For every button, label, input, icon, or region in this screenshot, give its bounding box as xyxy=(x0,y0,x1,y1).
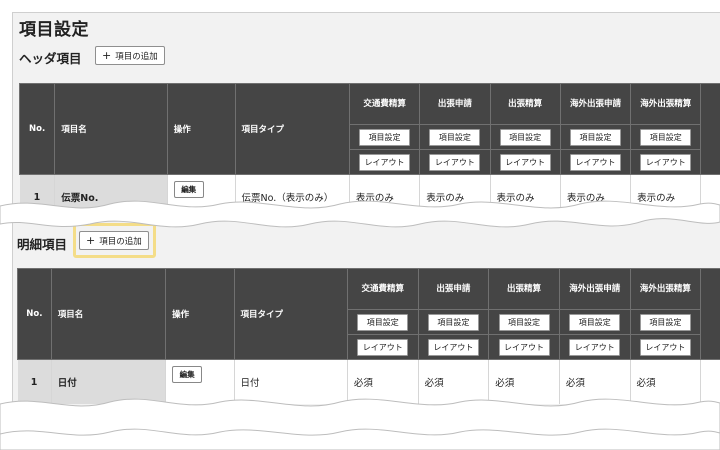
layout-button[interactable]: レイアウト xyxy=(427,338,479,356)
col-form-type: 出張申請 xyxy=(417,268,490,310)
layout-button[interactable]: レイアウト xyxy=(499,153,551,171)
layout-button[interactable]: レイアウト xyxy=(639,338,691,356)
col-operation: 操作 xyxy=(165,268,235,360)
page-title: 項目設定 xyxy=(19,20,89,40)
detail-items-panel: 明細項目 + 項目の追加 No. 項目名 操作 項目タイプ 交通費精算 出張申請… xyxy=(12,214,720,414)
screen: 項目設定 ヘッダ項目 + 項目の追加 No. 項目名 操作 項目タイプ 交通費精… xyxy=(0,0,720,450)
col-form-type: 海外出張精算 xyxy=(629,268,702,310)
header-items-panel: 項目設定 ヘッダ項目 + 項目の追加 No. 項目名 操作 項目タイプ 交通費精… xyxy=(12,12,720,213)
plus-icon: + xyxy=(102,49,112,62)
col-name: 項目名 xyxy=(54,83,168,175)
header-add-item-button[interactable]: + 項目の追加 xyxy=(95,46,165,65)
col-form-type: 出張精算 xyxy=(488,268,560,310)
header-section-label: ヘッダ項目 xyxy=(19,51,82,66)
item-settings-button[interactable]: 項目設定 xyxy=(639,313,691,331)
item-settings-button[interactable]: 項目設定 xyxy=(569,313,621,331)
item-settings-button[interactable]: 項目設定 xyxy=(499,128,551,146)
tear-divider-bottom xyxy=(0,398,720,450)
tear-shape xyxy=(0,200,720,228)
item-settings-button[interactable]: 項目設定 xyxy=(569,128,621,146)
layout-button[interactable]: レイアウト xyxy=(359,153,411,171)
col-overflow xyxy=(700,268,720,360)
item-settings-button[interactable]: 項目設定 xyxy=(640,128,692,146)
item-settings-button[interactable]: 項目設定 xyxy=(359,128,411,146)
col-form-type: 出張精算 xyxy=(489,83,561,125)
layout-button[interactable]: レイアウト xyxy=(357,338,409,356)
col-form-type: 海外出張精算 xyxy=(630,83,702,125)
detail-items-table: No. 項目名 操作 項目タイプ 交通費精算 出張申請 出張精算 海外出張申請 … xyxy=(17,268,720,404)
tear-shape xyxy=(0,398,720,450)
layout-button[interactable]: レイアウト xyxy=(640,153,692,171)
col-no: No. xyxy=(17,268,52,360)
layout-button[interactable]: レイアウト xyxy=(498,338,550,356)
col-no: No. xyxy=(18,83,56,175)
item-settings-button[interactable]: 項目設定 xyxy=(498,313,550,331)
layout-button[interactable]: レイアウト xyxy=(569,153,621,171)
tear-divider-top xyxy=(0,200,720,228)
col-form-type: 交通費精算 xyxy=(346,268,419,310)
col-name: 項目名 xyxy=(50,268,167,360)
col-type: 項目タイプ xyxy=(234,83,350,175)
layout-button[interactable]: レイアウト xyxy=(429,153,481,171)
item-settings-button[interactable]: 項目設定 xyxy=(429,128,481,146)
layout-button[interactable]: レイアウト xyxy=(569,338,621,356)
item-settings-button[interactable]: 項目設定 xyxy=(357,313,409,331)
edit-button[interactable]: 編集 xyxy=(172,365,203,383)
col-form-type: 出張申請 xyxy=(419,83,491,125)
col-form-type: 海外出張申請 xyxy=(558,268,631,310)
col-operation: 操作 xyxy=(166,83,236,175)
header-add-item-label: 項目の追加 xyxy=(115,51,158,62)
col-form-type: 交通費精算 xyxy=(348,83,421,125)
item-settings-button[interactable]: 項目設定 xyxy=(427,313,479,331)
col-form-type: 海外出張申請 xyxy=(559,83,632,125)
col-type: 項目タイプ xyxy=(233,268,348,360)
col-overflow xyxy=(700,83,720,175)
